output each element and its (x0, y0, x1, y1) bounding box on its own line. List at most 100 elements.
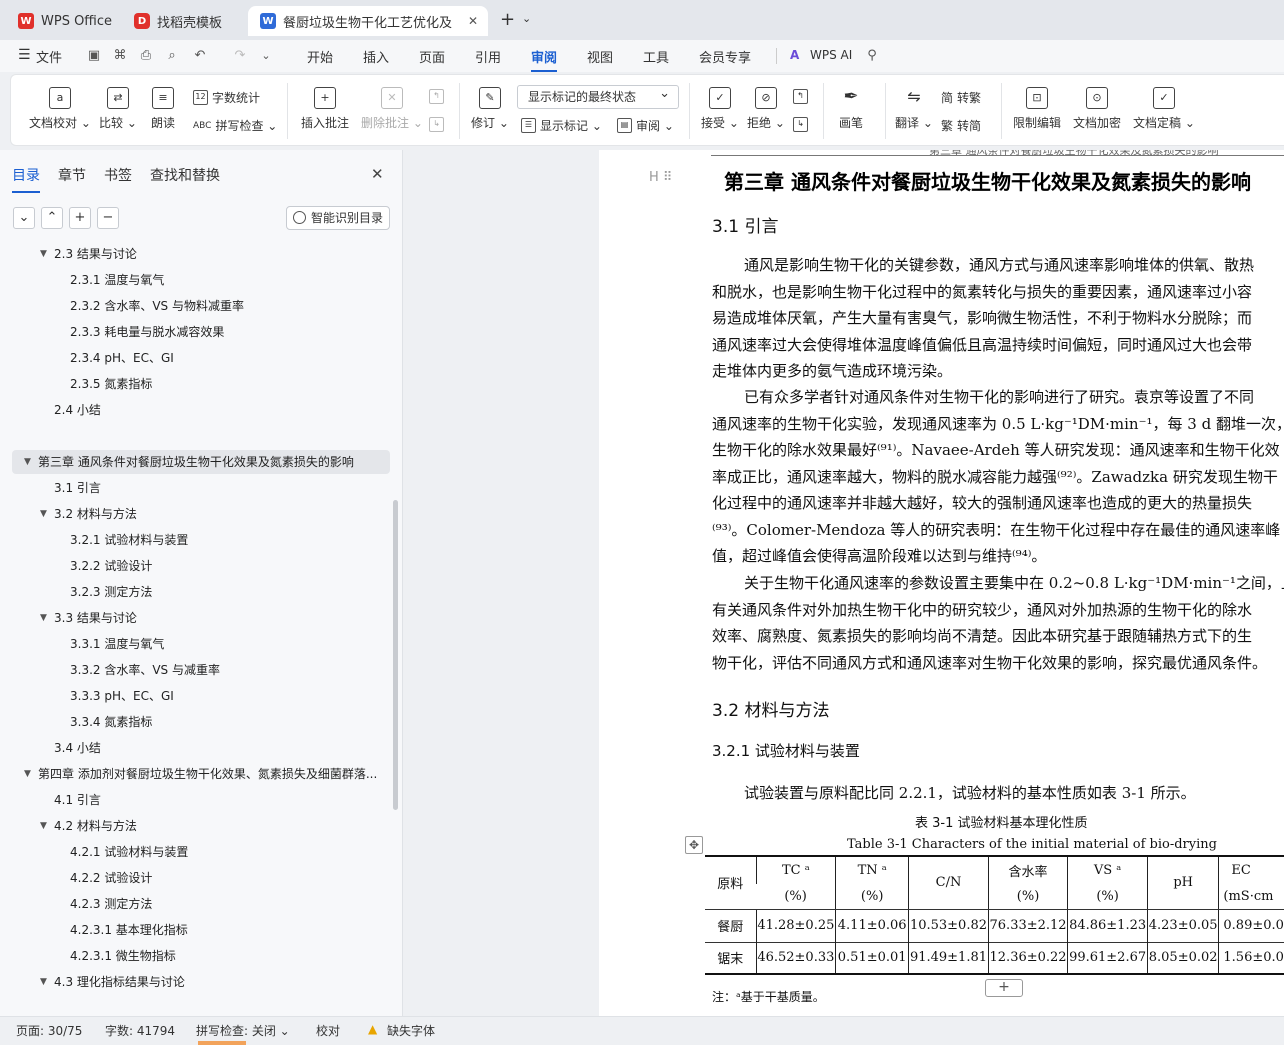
translate-button[interactable]: ⇋ 翻译 ⌄ (895, 87, 933, 131)
to-simplified-button[interactable]: 繁转简 (941, 117, 981, 134)
doc-compare-button[interactable]: a 文档校对 ⌄ (29, 87, 91, 131)
pen-button[interactable]: ✒ 画笔 (839, 87, 863, 131)
finalize-button[interactable]: ✓ 文档定稿 ⌄ (1133, 87, 1195, 131)
menu-member[interactable]: 会员专享 (699, 47, 751, 66)
menu-references[interactable]: 引用 (475, 47, 501, 66)
menu-review[interactable]: 审阅 (531, 47, 558, 72)
nav-tab-bookmarks[interactable]: 书签 (104, 165, 132, 185)
expand-toggle-icon[interactable]: ▼ (24, 762, 31, 786)
proofread-button[interactable]: 校对 (316, 1022, 340, 1039)
add-table-row-button[interactable]: + (985, 979, 1023, 997)
expand-all-icon[interactable]: ⌄ (13, 207, 35, 229)
page-indicator[interactable]: 页面: 30/75 (16, 1022, 82, 1039)
to-traditional-button[interactable]: 简转繁 (941, 89, 981, 106)
menu-wps-ai[interactable]: WPS AI (810, 48, 852, 62)
delete-comment-button[interactable]: ✕ 删除批注 ⌄ (361, 87, 423, 131)
expand-toggle-icon[interactable]: ▼ (40, 242, 47, 266)
toc-scrollbar[interactable] (393, 500, 398, 810)
toc-item[interactable]: 3.3.2 含水率、VS 与减重率 (0, 658, 385, 682)
toc-item[interactable]: 4.2.2 试验设计 (0, 866, 385, 890)
heading-handle-icon[interactable]: H ⠿ (649, 170, 672, 185)
tab-list-chevron-icon[interactable]: ⌄ (522, 12, 531, 25)
menu-view[interactable]: 视图 (587, 47, 613, 66)
word-count-indicator[interactable]: 字数: 41794 (105, 1022, 175, 1039)
table-move-handle-icon[interactable]: ✥ (685, 836, 703, 854)
insert-comment-button[interactable]: + 插入批注 (301, 87, 349, 131)
toc-item[interactable]: 3.3.1 温度与氧气 (0, 632, 385, 656)
reject-button[interactable]: ⊘ 拒绝 ⌄ (747, 87, 785, 131)
compare-button[interactable]: ⇄ 比较 ⌄ (99, 87, 137, 131)
display-mode-select[interactable]: 显示标记的最终状态 (517, 83, 679, 109)
toc-item[interactable]: 2.4 小结 (0, 398, 385, 422)
menu-insert[interactable]: 插入 (363, 47, 389, 66)
spell-check-status[interactable]: 拼写检查: 关闭 ⌄ (196, 1022, 290, 1039)
close-pane-icon[interactable]: ✕ (371, 165, 384, 183)
missing-font-button[interactable]: 缺失字体 (387, 1022, 435, 1039)
undo-icon[interactable]: ↶ (192, 48, 208, 64)
toc-item[interactable]: 3.2.3 测定方法 (0, 580, 385, 604)
toc-item[interactable]: 4.2.3.1 微生物指标 (0, 944, 385, 968)
toc-item[interactable]: ▼ 4.2 材料与方法 (0, 814, 385, 838)
smart-toc-button[interactable]: 智能识别目录 (286, 206, 390, 230)
nav-tab-find-replace[interactable]: 查找和替换 (150, 165, 220, 185)
toc-item[interactable]: 3.2.1 试验材料与装置 (0, 528, 385, 552)
expand-toggle-icon[interactable]: ▼ (24, 450, 31, 474)
share-icon[interactable]: ⌘ (112, 48, 128, 64)
new-tab-icon[interactable]: + (500, 9, 515, 30)
print-preview-icon[interactable]: ⌕ (164, 48, 180, 64)
collapse-all-icon[interactable]: ⌃ (41, 207, 63, 229)
tab-wps-office[interactable]: W WPS Office (6, 6, 118, 36)
tab-document[interactable]: W 餐厨垃圾生物干化工艺优化及 ✕ (248, 6, 488, 36)
toc-item[interactable]: ▼ 4.3 理化指标结果与讨论 (0, 970, 385, 994)
toc-item[interactable]: 2.3.5 氮素指标 (0, 372, 385, 396)
encrypt-button[interactable]: ⊙ 文档加密 (1073, 87, 1121, 131)
toc-item[interactable]: ▼ 第四章 添加剂对餐厨垃圾生物干化效果、氮素损失及细菌群落... (0, 762, 385, 786)
print-icon[interactable]: ⎙ (138, 48, 154, 64)
toc-item[interactable]: ▼ 3.2 材料与方法 (0, 502, 385, 526)
spell-check-button[interactable]: ABC 拼写检查 ⌄ (193, 117, 277, 134)
search-icon[interactable]: ⚲ (864, 48, 880, 64)
accept-button[interactable]: ✓ 接受 ⌄ (701, 87, 739, 131)
toc-item[interactable]: 4.2.3 测定方法 (0, 892, 385, 916)
tab-docer-templates[interactable]: D 找稻壳模板 (122, 6, 242, 36)
hamburger-icon[interactable]: ☰ (18, 47, 31, 63)
menu-tools[interactable]: 工具 (643, 47, 669, 66)
more-chevron-icon[interactable]: ⌄ (258, 48, 274, 64)
menu-file[interactable]: 文件 (36, 47, 62, 66)
prev-change-button[interactable]: ↰ (793, 89, 812, 104)
read-aloud-button[interactable]: ≡ 朗读 (151, 87, 175, 131)
expand-toggle-icon[interactable]: ▼ (40, 502, 47, 526)
track-changes-button[interactable]: ✎ 修订 ⌄ (471, 87, 509, 131)
word-count-button[interactable]: 12 字数统计 (193, 89, 260, 106)
toc-item[interactable]: ▼ 第三章 通风条件对餐厨垃圾生物干化效果及氮素损失的影响 (12, 450, 390, 474)
toc-item[interactable]: 3.1 引言 (0, 476, 385, 500)
show-markup-button[interactable]: ☰ 显示标记 ⌄ (521, 117, 602, 134)
toc-item[interactable]: 3.4 小结 (0, 736, 385, 760)
menu-home[interactable]: 开始 (307, 47, 333, 66)
toc-item[interactable]: ▼ 2.3 结果与讨论 (0, 242, 385, 266)
expand-toggle-icon[interactable]: ▼ (40, 814, 47, 838)
toc-item[interactable]: 2.3.2 含水率、VS 与物料减重率 (0, 294, 385, 318)
next-change-button[interactable]: ↳ (793, 117, 812, 132)
expand-toggle-icon[interactable]: ▼ (40, 970, 47, 994)
expand-toggle-icon[interactable]: ▼ (40, 606, 47, 630)
close-tab-icon[interactable]: ✕ (468, 14, 478, 28)
toc-item[interactable]: 3.3.3 pH、EC、GI (0, 684, 385, 708)
toc-item[interactable]: 4.2.1 试验材料与装置 (0, 840, 385, 864)
nav-tab-sections[interactable]: 章节 (58, 165, 86, 185)
save-icon[interactable]: ▣ (86, 48, 102, 64)
menu-page[interactable]: 页面 (419, 47, 445, 66)
toc-item[interactable]: 2.3.1 温度与氧气 (0, 268, 385, 292)
toc-item[interactable]: 2.3.3 耗电量与脱水减容效果 (0, 320, 385, 344)
add-heading-icon[interactable]: + (69, 207, 91, 229)
review-pane-button[interactable]: ▤ 审阅 ⌄ (617, 117, 674, 134)
toc-item[interactable]: 4.2.3.1 基本理化指标 (0, 918, 385, 942)
restrict-edit-button[interactable]: ⊡ 限制编辑 (1013, 87, 1061, 131)
remove-heading-icon[interactable]: − (97, 207, 119, 229)
nav-tab-toc[interactable]: 目录 (12, 165, 40, 193)
toc-item[interactable]: ▼ 3.3 结果与讨论 (0, 606, 385, 630)
toc-item[interactable]: 2.3.4 pH、EC、GI (0, 346, 385, 370)
toc-item[interactable]: 3.2.2 试验设计 (0, 554, 385, 578)
toc-item[interactable]: 3.3.4 氮素指标 (0, 710, 385, 734)
toc-item[interactable]: 4.1 引言 (0, 788, 385, 812)
